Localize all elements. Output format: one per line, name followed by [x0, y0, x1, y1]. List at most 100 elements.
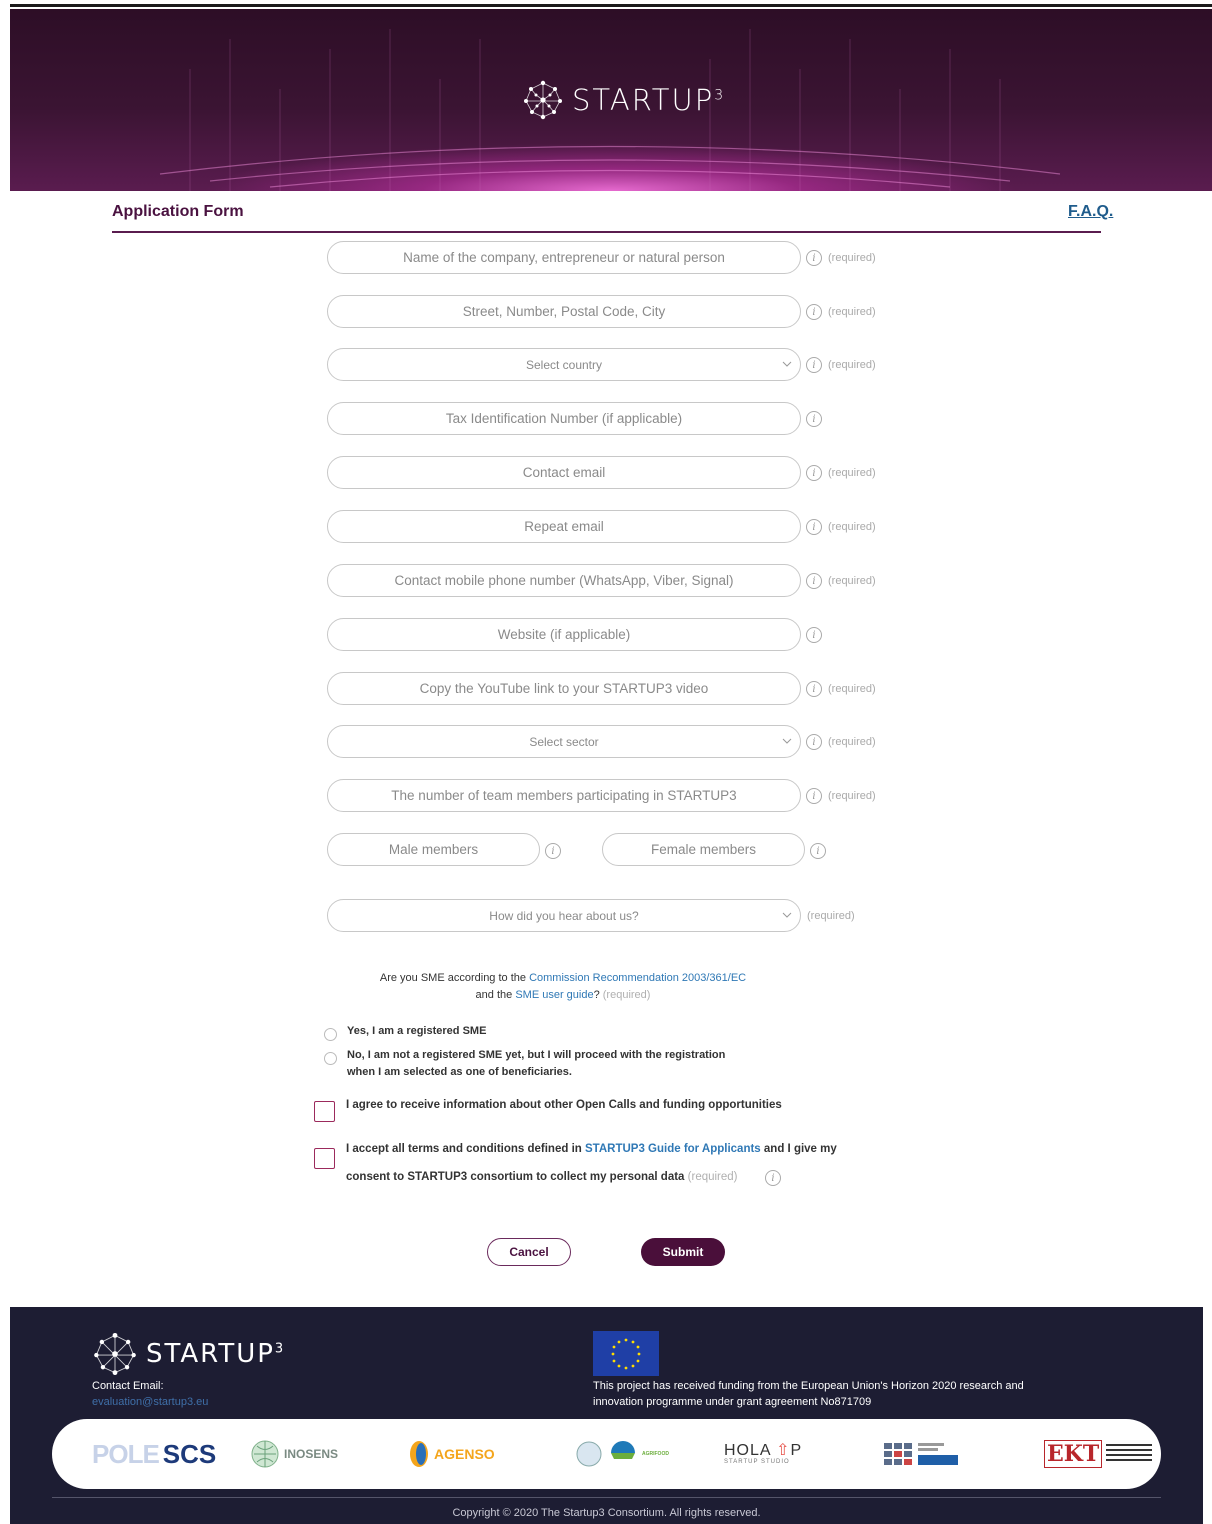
footer-divider: [52, 1497, 1161, 1498]
hola-up-wordmark: HOLA ⇧P STARTUP STUDIO: [724, 1442, 803, 1466]
female-members-input[interactable]: Female members: [602, 833, 805, 866]
terms-text: I accept all terms and conditions define…: [346, 1143, 585, 1155]
required-label: (required): [687, 1171, 738, 1183]
cancel-button[interactable]: Cancel: [487, 1238, 571, 1266]
youtube-link-input[interactable]: Copy the YouTube link to your STARTUP3 v…: [327, 672, 801, 705]
phone-input[interactable]: Contact mobile phone number (WhatsApp, V…: [327, 564, 801, 597]
address-placeholder: Street, Number, Postal Code, City: [462, 304, 666, 319]
digital-hub-badge-icon: [918, 1443, 958, 1465]
chevron-down-icon: [782, 361, 792, 367]
male-members-placeholder: Male members: [388, 842, 479, 857]
network-globe-icon: [524, 80, 562, 120]
agenso-leaf-icon: [410, 1441, 428, 1467]
terms-text: consent to STARTUP3 consortium to collec…: [346, 1171, 685, 1183]
grid-logo-icon: [884, 1443, 912, 1465]
repeat-email-input[interactable]: Repeat email: [327, 510, 801, 543]
required-label: (required): [807, 910, 855, 922]
address-input[interactable]: Street, Number, Postal Code, City: [327, 295, 801, 328]
info-icon[interactable]: i: [806, 411, 822, 427]
eu-funding-notice: This project has received funding from t…: [593, 1378, 1093, 1410]
info-icon[interactable]: i: [806, 734, 822, 750]
info-icon[interactable]: i: [765, 1170, 781, 1186]
website-input[interactable]: Website (if applicable): [327, 618, 801, 651]
guide-for-applicants-link[interactable]: STARTUP3 Guide for Applicants: [585, 1143, 761, 1155]
chevron-down-icon: [782, 738, 792, 744]
required-label: (required): [828, 736, 876, 748]
sme-yes-radio[interactable]: [324, 1028, 337, 1041]
required-label: (required): [602, 989, 651, 1001]
sme-question-text: and the: [475, 989, 516, 1001]
required-label: (required): [828, 575, 876, 587]
terms-text: and I give my: [760, 1143, 837, 1155]
required-label: (required): [828, 683, 876, 695]
terms-checkbox[interactable]: [314, 1148, 335, 1169]
info-icon[interactable]: i: [806, 627, 822, 643]
info-icon[interactable]: i: [545, 843, 561, 859]
sme-question-text: ?: [593, 989, 603, 1001]
country-select[interactable]: Select country: [327, 348, 801, 381]
copyright: Copyright © 2020 The Startup3 Consortium…: [452, 1507, 761, 1519]
male-members-input[interactable]: Male members: [327, 833, 540, 866]
sme-question-text: Are you SME according to the: [379, 972, 530, 984]
sector-select[interactable]: Select sector: [327, 725, 801, 758]
required-label: (required): [828, 252, 876, 264]
hola-up-logo[interactable]: HOLA ⇧P STARTUP STUDIO: [724, 1437, 802, 1471]
terms-label-line2: consent to STARTUP3 consortium to collec…: [346, 1171, 738, 1183]
footer-brand-name: STARTUP3: [146, 1339, 286, 1369]
contact-email-link[interactable]: evaluation@startup3.eu: [92, 1396, 208, 1408]
newsletter-label: I agree to receive information about oth…: [346, 1099, 782, 1111]
sme-no-label-line1: No, I am not a registered SME yet, but I…: [347, 1049, 726, 1061]
required-label: (required): [828, 306, 876, 318]
info-icon[interactable]: i: [806, 573, 822, 589]
sme-no-label-line2: when I am selected as one of beneficiari…: [347, 1066, 572, 1078]
inosens-globe-icon: [251, 1440, 279, 1468]
agrifood-logo[interactable]: AGRIFOOD: [574, 1437, 669, 1471]
contact-label: Contact Email:: [92, 1380, 164, 1392]
info-icon[interactable]: i: [810, 843, 826, 859]
contact-email-input[interactable]: Contact email: [327, 456, 801, 489]
sme-question: Are you SME according to the Commission …: [370, 970, 756, 1004]
info-icon[interactable]: i: [806, 788, 822, 804]
required-label: (required): [828, 790, 876, 802]
info-icon[interactable]: i: [806, 250, 822, 266]
company-name-input[interactable]: Name of the company, entrepreneur or nat…: [327, 241, 801, 274]
pole-scs-logo[interactable]: POLE SCS: [92, 1437, 216, 1471]
commission-recommendation-link[interactable]: Commission Recommendation 2003/361/EC: [529, 972, 746, 984]
ekt-logo[interactable]: EKT: [1044, 1437, 1154, 1471]
sector-select-value: Select sector: [529, 734, 599, 749]
required-label: (required): [828, 521, 876, 533]
header-divider: [112, 231, 1101, 233]
faq-link[interactable]: F.A.Q.: [1068, 203, 1113, 221]
inosens-logo[interactable]: INOSENS: [250, 1437, 338, 1471]
required-label: (required): [828, 359, 876, 371]
agenso-logo[interactable]: AGENSO: [408, 1437, 495, 1471]
youtube-link-placeholder: Copy the YouTube link to your STARTUP3 v…: [419, 681, 709, 696]
company-name-placeholder: Name of the company, entrepreneur or nat…: [403, 250, 725, 265]
info-icon[interactable]: i: [806, 681, 822, 697]
team-size-input[interactable]: The number of team members participating…: [327, 779, 801, 812]
tax-id-placeholder: Tax Identification Number (if applicable…: [445, 411, 683, 426]
eu-funding-line2: innovation programme under grant agreeme…: [593, 1396, 872, 1408]
newsletter-checkbox[interactable]: [314, 1101, 335, 1122]
digital-innovation-hub-logo[interactable]: [884, 1437, 960, 1471]
team-size-placeholder: The number of team members participating…: [391, 788, 737, 803]
info-icon[interactable]: i: [806, 304, 822, 320]
chevron-down-icon: [782, 912, 792, 918]
contact-email-placeholder: Contact email: [522, 465, 606, 480]
info-icon[interactable]: i: [806, 357, 822, 373]
ekt-text-block-icon: [1106, 1444, 1153, 1461]
website-placeholder: Website (if applicable): [497, 627, 631, 642]
agrifood-bowl-icon: [611, 1441, 635, 1459]
referral-source-select[interactable]: How did you hear about us?: [327, 899, 801, 932]
partner-logos-strip: POLE SCS INOSENS AGENSO AGRIFOOD HOLA ⇧P …: [52, 1419, 1161, 1489]
info-icon[interactable]: i: [806, 519, 822, 535]
tax-id-input[interactable]: Tax Identification Number (if applicable…: [327, 402, 801, 435]
sme-no-radio[interactable]: [324, 1052, 337, 1065]
info-icon[interactable]: i: [806, 465, 822, 481]
submit-button[interactable]: Submit: [641, 1238, 725, 1266]
footer-logo: STARTUP3: [92, 1331, 285, 1377]
network-globe-icon: [94, 1332, 136, 1376]
sme-user-guide-link[interactable]: SME user guide: [515, 989, 593, 1001]
phone-placeholder: Contact mobile phone number (WhatsApp, V…: [394, 573, 734, 588]
footer: STARTUP3 Contact Email: evaluation@start…: [10, 1307, 1203, 1524]
